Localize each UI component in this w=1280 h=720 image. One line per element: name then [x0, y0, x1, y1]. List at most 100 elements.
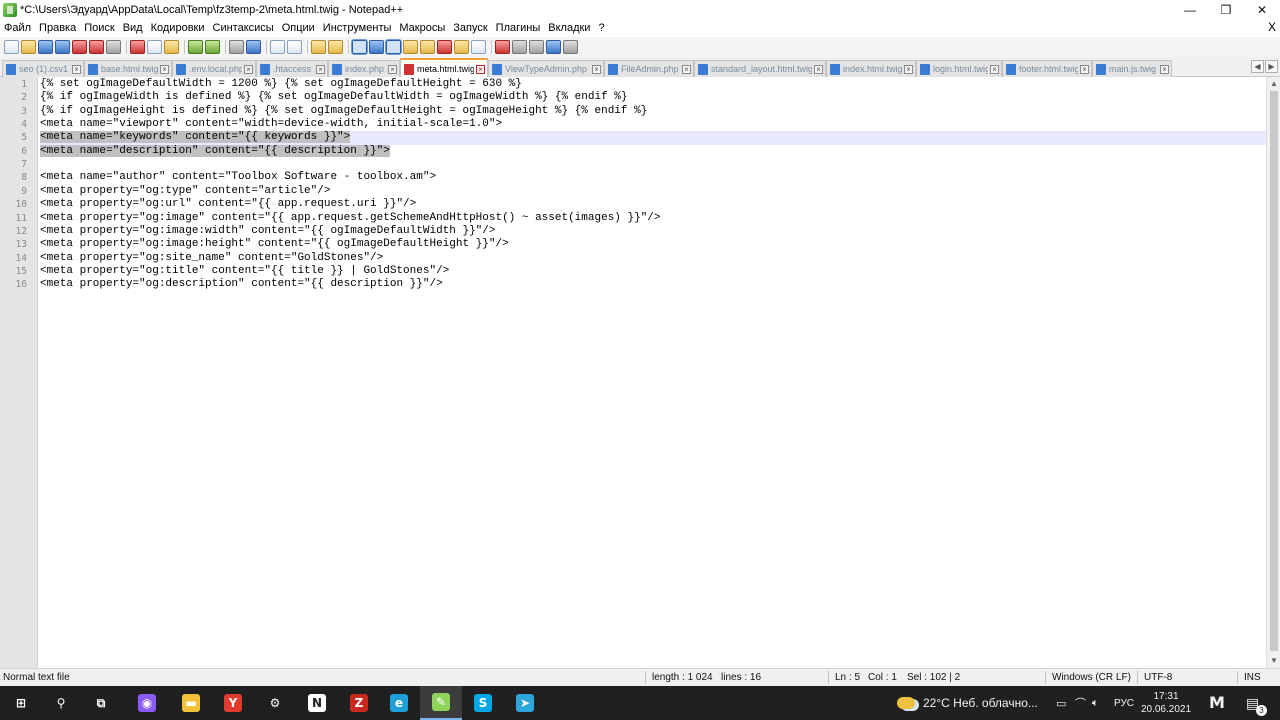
menu-run[interactable]: Запуск: [449, 22, 491, 34]
tab-base-html-twig[interactable]: base.html.twig ×: [84, 60, 172, 77]
close-document-button[interactable]: X: [1268, 20, 1276, 34]
code-line[interactable]: <meta property="og:site_name" content="G…: [40, 252, 1266, 265]
tab-close-icon[interactable]: ×: [592, 64, 601, 74]
tab-close-icon[interactable]: ×: [476, 64, 485, 74]
close-file-icon[interactable]: [72, 40, 87, 54]
taskbar-yandex-browser[interactable]: Y: [212, 686, 254, 720]
find-icon[interactable]: [229, 40, 244, 54]
menu-window[interactable]: Вкладки: [544, 22, 594, 34]
minimize-button[interactable]: —: [1172, 0, 1208, 19]
taskbar-alice[interactable]: ◉: [126, 686, 168, 720]
menu-view[interactable]: Вид: [119, 22, 147, 34]
menu-settings[interactable]: Опции: [278, 22, 319, 34]
tab-close-icon[interactable]: ×: [72, 64, 81, 74]
weather-widget[interactable]: 22°C Неб. облачно...: [897, 686, 1038, 720]
zoom-in-icon[interactable]: [270, 40, 285, 54]
maximize-button[interactable]: ❐: [1208, 0, 1244, 19]
network-icon[interactable]: ⌒: [1075, 686, 1086, 720]
tab-close-icon[interactable]: ×: [1160, 64, 1169, 74]
code-line[interactable]: <meta property="og:image:height" content…: [40, 238, 1266, 251]
code-line[interactable]: {% if ogImageWidth is defined %} {% set …: [40, 91, 1266, 104]
tab-close-icon[interactable]: ×: [160, 64, 169, 74]
close-button[interactable]: ✕: [1244, 0, 1280, 19]
volume-icon[interactable]: 🔈︎: [1092, 686, 1099, 720]
taskbar-search[interactable]: ⚲: [40, 686, 82, 720]
open-file-icon[interactable]: [21, 40, 36, 54]
word-wrap-icon[interactable]: [351, 39, 368, 55]
code-line[interactable]: {% set ogImageDefaultWidth = 1200 %} {% …: [40, 78, 1266, 91]
menu-encoding[interactable]: Кодировки: [147, 22, 209, 34]
tab-seo-csv[interactable]: seo (1).csv1 ×: [2, 60, 84, 77]
clock[interactable]: 17:31 20.06.2021: [1140, 690, 1192, 716]
battery-icon[interactable]: ▭: [1056, 686, 1066, 720]
new-file-icon[interactable]: [4, 40, 19, 54]
folder-workspace-icon[interactable]: [454, 40, 469, 54]
redo-icon[interactable]: [205, 40, 220, 54]
taskbar-start[interactable]: ⊞: [0, 686, 42, 720]
status-insert-mode[interactable]: INS: [1244, 672, 1261, 683]
undo-icon[interactable]: [188, 40, 203, 54]
code-line[interactable]: <meta name="viewport" content="width=dev…: [40, 118, 1266, 131]
copy-icon[interactable]: [147, 40, 162, 54]
language-indicator[interactable]: РУС: [1114, 686, 1134, 720]
taskbar-filezilla[interactable]: Z: [338, 686, 380, 720]
tab-close-icon[interactable]: ×: [388, 64, 397, 74]
save-all-icon[interactable]: [55, 40, 70, 54]
tab-meta-html-twig[interactable]: meta.html.twig ×: [400, 58, 488, 78]
taskbar-notepad-plus-plus[interactable]: ✎: [420, 686, 462, 720]
tab-close-icon[interactable]: ×: [244, 64, 253, 74]
taskbar-task-view[interactable]: ⧉: [80, 686, 122, 720]
tab-close-icon[interactable]: ×: [1080, 64, 1089, 74]
play-macro-icon[interactable]: [529, 40, 544, 54]
taskbar-settings[interactable]: ⚙: [254, 686, 296, 720]
code-line[interactable]: <meta property="og:type" content="articl…: [40, 185, 1266, 198]
tab-env-local-php[interactable]: .env.local.php ×: [172, 60, 256, 77]
menu-language[interactable]: Синтаксисы: [209, 22, 278, 34]
code-line[interactable]: {% if ogImageHeight is defined %} {% set…: [40, 105, 1266, 118]
scroll-up-icon[interactable]: ▲: [1269, 79, 1279, 89]
tab-close-icon[interactable]: ×: [904, 64, 913, 74]
save-macro-icon[interactable]: [563, 40, 578, 54]
tab-standard-layout-html-twig[interactable]: standard_layout.html.twig ×: [694, 60, 826, 77]
zoom-out-icon[interactable]: [287, 40, 302, 54]
tab-main-js-twig[interactable]: main.js.twig ×: [1092, 60, 1172, 77]
tab-close-icon[interactable]: ×: [682, 64, 691, 74]
function-list-icon[interactable]: [437, 40, 452, 54]
sync-vertical-icon[interactable]: [311, 40, 326, 54]
menu-help[interactable]: ?: [594, 22, 608, 34]
replace-icon[interactable]: [246, 40, 261, 54]
code-line[interactable]: <meta property="og:url" content="{{ app.…: [40, 198, 1266, 211]
stop-macro-icon[interactable]: [512, 40, 527, 54]
tab-close-icon[interactable]: ×: [814, 64, 823, 74]
code-line[interactable]: [40, 158, 1266, 171]
record-macro-icon[interactable]: [495, 40, 510, 54]
tab-index-php[interactable]: index.php ×: [328, 60, 400, 77]
tab-scroll-left-icon[interactable]: ◀: [1251, 60, 1264, 73]
taskbar-edge[interactable]: e: [378, 686, 420, 720]
paste-icon[interactable]: [164, 40, 179, 54]
run-macro-multiple-icon[interactable]: [546, 40, 561, 54]
code-line[interactable]: <meta name="keywords" content="{{ keywor…: [40, 131, 1266, 145]
menu-macro[interactable]: Макросы: [395, 22, 449, 34]
cut-icon[interactable]: [130, 40, 145, 54]
user-language-icon[interactable]: [403, 40, 418, 54]
close-all-icon[interactable]: [89, 40, 104, 54]
tab-viewtypeadmin-php[interactable]: ViewTypeAdmin.php ×: [488, 60, 604, 77]
code-line[interactable]: <meta property="og:image:width" content=…: [40, 225, 1266, 238]
status-eol[interactable]: Windows (CR LF): [1052, 672, 1131, 683]
tab-index-html-twig[interactable]: index.html.twig ×: [826, 60, 916, 77]
scroll-down-icon[interactable]: ▼: [1269, 656, 1279, 666]
show-all-chars-icon[interactable]: [369, 40, 384, 54]
tab-close-icon[interactable]: ×: [990, 64, 999, 74]
menu-tools[interactable]: Инструменты: [319, 22, 396, 34]
app-tray-icon[interactable]: Ⅿ: [1209, 686, 1225, 720]
menu-plugins[interactable]: Плагины: [492, 22, 545, 34]
tab-scroll-right-icon[interactable]: ▶: [1265, 60, 1278, 73]
taskbar-notion[interactable]: N: [296, 686, 338, 720]
code-line[interactable]: <meta name="description" content="{{ des…: [40, 144, 1266, 158]
code-line[interactable]: <meta name="author" content="Toolbox Sof…: [40, 171, 1266, 184]
sync-horizontal-icon[interactable]: [328, 40, 343, 54]
doc-map-icon[interactable]: [420, 40, 435, 54]
scroll-thumb[interactable]: [1270, 91, 1278, 651]
menu-file[interactable]: Файл: [0, 22, 35, 34]
